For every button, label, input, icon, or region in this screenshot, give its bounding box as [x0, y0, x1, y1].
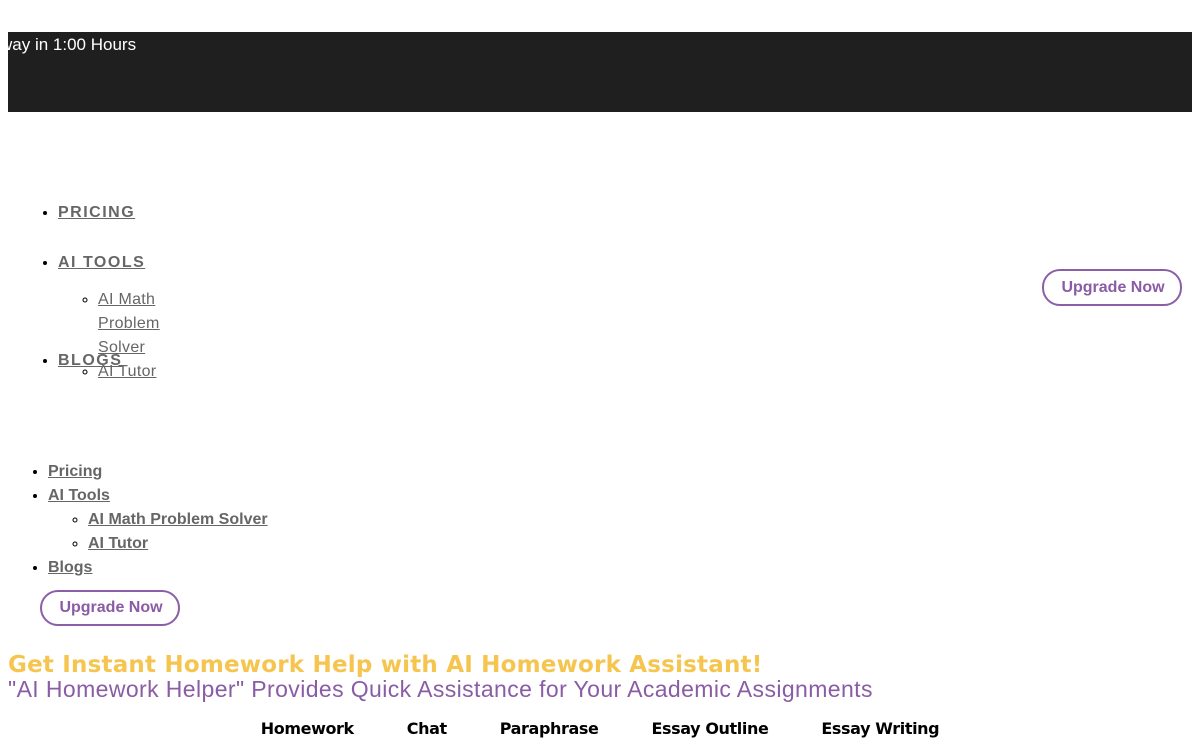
- promo-banner: way in 1:00 Hours: [8, 32, 1192, 112]
- submenu-item: AI Math Problem Solver: [88, 508, 268, 532]
- desktop-nav: PRICING AI TOOLS AI Math Problem Solver …: [8, 195, 159, 380]
- tab-essay-writing[interactable]: Essay Writing: [821, 716, 939, 742]
- nav-item-pricing: Pricing: [48, 460, 268, 484]
- mobile-nav: Pricing AI Tools AI Math Problem Solver …: [8, 460, 268, 580]
- tab-essay-outline[interactable]: Essay Outline: [651, 716, 768, 742]
- nav-link-ai-tools[interactable]: AI Tools: [48, 487, 110, 504]
- submenu-item: AI Tutor: [88, 532, 268, 556]
- nav-item-blogs: BLOGS: [58, 343, 145, 379]
- nav-item-pricing: PRICING: [58, 195, 145, 245]
- tab-paraphrase[interactable]: Paraphrase: [500, 716, 599, 742]
- tab-chat[interactable]: Chat: [407, 716, 447, 742]
- upgrade-now-button-mobile[interactable]: Upgrade Now: [40, 590, 180, 626]
- nav-link-pricing[interactable]: Pricing: [48, 463, 102, 480]
- tool-tabs: Homework Chat Paraphrase Essay Outline E…: [0, 716, 1200, 742]
- nav-link-pricing[interactable]: PRICING: [58, 204, 135, 221]
- nav-item-ai-tools: AI Tools AI Math Problem Solver AI Tutor: [48, 484, 268, 556]
- ai-tools-submenu: AI Math Problem Solver AI Tutor: [48, 508, 268, 556]
- promo-countdown-text: way in 1:00 Hours: [8, 35, 137, 54]
- nav-link-ai-tools[interactable]: AI TOOLS: [58, 254, 145, 271]
- nav-link-ai-math-problem-solver[interactable]: AI Math Problem Solver: [88, 511, 268, 528]
- upgrade-now-button[interactable]: Upgrade Now: [1042, 269, 1182, 306]
- nav-link-ai-tutor[interactable]: AI Tutor: [88, 535, 148, 552]
- nav-item-blogs: Blogs: [48, 556, 268, 580]
- tab-homework[interactable]: Homework: [261, 716, 354, 742]
- nav-item-ai-tools: AI TOOLS AI Math Problem Solver AI Tutor: [58, 245, 159, 380]
- nav-link-blogs[interactable]: BLOGS: [58, 352, 122, 369]
- hero-subtitle: "AI Homework Helper" Provides Quick Assi…: [8, 676, 873, 702]
- nav-link-blogs[interactable]: Blogs: [48, 559, 92, 576]
